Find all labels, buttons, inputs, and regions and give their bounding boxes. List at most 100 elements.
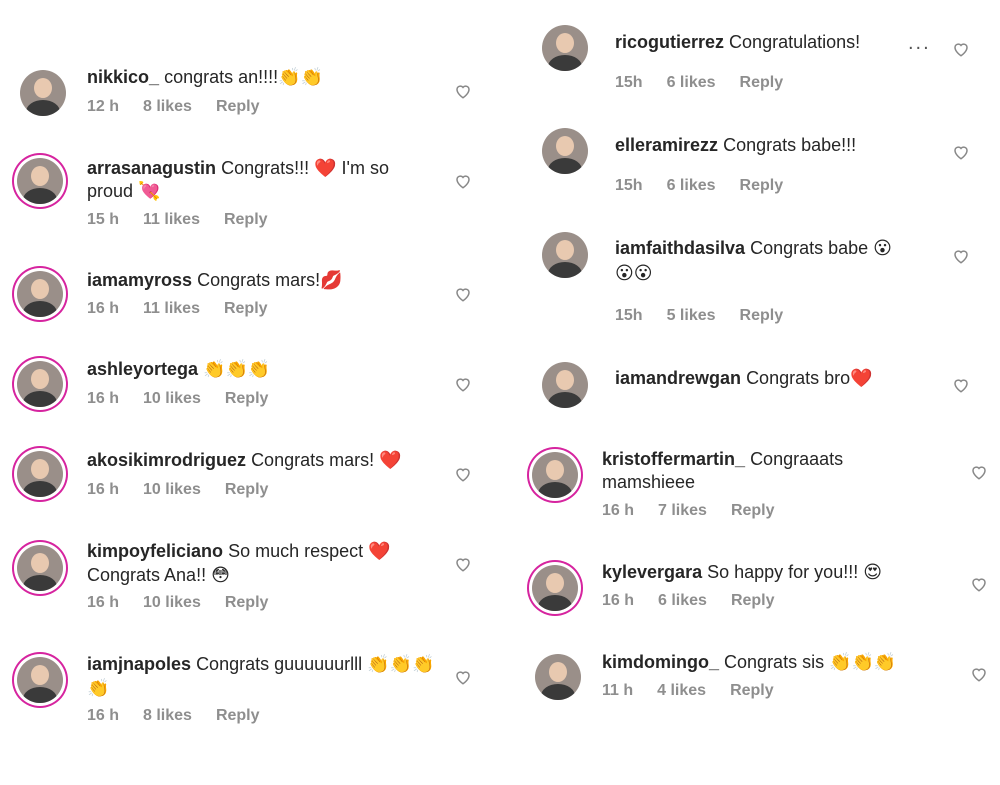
comment-time: 16 h bbox=[87, 481, 120, 498]
reply-button[interactable]: Reply bbox=[216, 98, 260, 115]
reply-button[interactable]: Reply bbox=[740, 307, 784, 324]
comment-likes[interactable]: 5 likes bbox=[667, 307, 716, 324]
comment-text-continued: Congrats Ana!! 😳 bbox=[87, 565, 230, 585]
heart-icon[interactable] bbox=[454, 375, 472, 393]
comment-text: Congrats guuuuuurlll 👏👏👏 bbox=[196, 654, 435, 674]
comment-username[interactable]: arrasanagustin bbox=[87, 158, 216, 178]
comment-time: 16 h bbox=[87, 390, 120, 407]
heart-icon[interactable] bbox=[952, 40, 970, 58]
comment-text: Congrats sis 👏👏👏 bbox=[724, 652, 897, 672]
reply-button[interactable]: Reply bbox=[225, 390, 269, 407]
comment-username[interactable]: iamandrewgan bbox=[615, 368, 741, 388]
comment-username[interactable]: akosikimrodriguez bbox=[87, 450, 246, 470]
avatar[interactable] bbox=[17, 361, 63, 407]
comment-likes[interactable]: 11 likes bbox=[143, 300, 200, 317]
comment-text: 👏👏👏 bbox=[203, 359, 271, 379]
comment-username[interactable]: iamfaithdasilva bbox=[615, 238, 745, 258]
comment-username[interactable]: kristoffermartin_ bbox=[602, 449, 745, 469]
comment-time: 15 h bbox=[87, 211, 120, 228]
heart-icon[interactable] bbox=[952, 376, 970, 394]
avatar[interactable] bbox=[532, 565, 578, 611]
comment-time: 16 h bbox=[87, 594, 120, 611]
comment-text: Congratulations! bbox=[729, 32, 861, 52]
heart-icon[interactable] bbox=[454, 82, 472, 100]
comment-text-continued: proud 💘 bbox=[87, 181, 161, 201]
heart-icon[interactable] bbox=[454, 555, 472, 573]
reply-button[interactable]: Reply bbox=[225, 594, 269, 611]
comment-username[interactable]: iamjnapoles bbox=[87, 654, 191, 674]
comment-likes[interactable]: 10 likes bbox=[143, 481, 201, 498]
comment-text: Congrats babe!!! bbox=[723, 135, 857, 155]
comment-time: 15h bbox=[615, 307, 643, 324]
comment-likes[interactable]: 11 likes bbox=[143, 211, 200, 228]
comment-time: 16 h bbox=[602, 592, 635, 609]
comment-time: 15h bbox=[615, 177, 643, 194]
comment-likes[interactable]: 8 likes bbox=[143, 707, 192, 724]
more-options-icon[interactable]: ... bbox=[908, 32, 931, 55]
comment-text: Congrats bro❤️ bbox=[746, 368, 873, 388]
heart-icon[interactable] bbox=[454, 285, 472, 303]
heart-icon[interactable] bbox=[970, 463, 988, 481]
comment-text-continued: mamshieee bbox=[602, 472, 696, 492]
heart-icon[interactable] bbox=[454, 668, 472, 686]
comment-time: 12 h bbox=[87, 98, 120, 115]
comment-username[interactable]: kimpoyfeliciano bbox=[87, 541, 223, 561]
heart-icon[interactable] bbox=[952, 247, 970, 265]
heart-icon[interactable] bbox=[454, 465, 472, 483]
comment-likes[interactable]: 10 likes bbox=[143, 390, 201, 407]
comment-username[interactable]: kimdomingo_ bbox=[602, 652, 719, 672]
reply-button[interactable]: Reply bbox=[216, 707, 260, 724]
comment-time: 16 h bbox=[87, 707, 120, 724]
reply-button[interactable]: Reply bbox=[731, 502, 775, 519]
comment-text: So much respect ❤️ bbox=[228, 541, 391, 561]
avatar[interactable] bbox=[17, 545, 63, 591]
comment-username[interactable]: ricogutierrez bbox=[615, 32, 724, 52]
comment-text: Congrats babe 😮 bbox=[750, 238, 892, 258]
avatar[interactable] bbox=[535, 654, 581, 700]
comment-text-continued: 😮😮 bbox=[615, 263, 653, 283]
comment-text: Congrats!!! ❤️ I'm so bbox=[221, 158, 389, 178]
reply-button[interactable]: Reply bbox=[731, 592, 775, 609]
comment-text: congrats an!!!!👏👏 bbox=[164, 67, 323, 87]
comment-username[interactable]: nikkico_ bbox=[87, 67, 159, 87]
comment-likes[interactable]: 7 likes bbox=[658, 502, 707, 519]
comment-username[interactable]: kylevergara bbox=[602, 562, 702, 582]
comment-likes[interactable]: 4 likes bbox=[657, 682, 706, 699]
comment-username[interactable]: iamamyross bbox=[87, 270, 192, 290]
comment-username[interactable]: elleramirezz bbox=[615, 135, 718, 155]
reply-button[interactable]: Reply bbox=[740, 177, 784, 194]
avatar[interactable] bbox=[532, 452, 578, 498]
comment-likes[interactable]: 10 likes bbox=[143, 594, 201, 611]
avatar[interactable] bbox=[17, 158, 63, 204]
comment-likes[interactable]: 6 likes bbox=[667, 177, 716, 194]
comment-text-continued: 👏 bbox=[87, 678, 110, 698]
avatar[interactable] bbox=[542, 128, 588, 174]
comment-likes[interactable]: 6 likes bbox=[667, 74, 716, 91]
reply-button[interactable]: Reply bbox=[224, 211, 268, 228]
comment-time: 16 h bbox=[602, 502, 635, 519]
heart-icon[interactable] bbox=[970, 575, 988, 593]
comment-likes[interactable]: 6 likes bbox=[658, 592, 707, 609]
comment-username[interactable]: ashleyortega bbox=[87, 359, 198, 379]
avatar[interactable] bbox=[542, 232, 588, 278]
reply-button[interactable]: Reply bbox=[225, 481, 269, 498]
avatar[interactable] bbox=[17, 657, 63, 703]
comment-time: 11 h bbox=[602, 682, 634, 699]
comment-time: 16 h bbox=[87, 300, 120, 317]
avatar[interactable] bbox=[20, 70, 66, 116]
avatar[interactable] bbox=[542, 362, 588, 408]
heart-icon[interactable] bbox=[970, 665, 988, 683]
reply-button[interactable]: Reply bbox=[224, 300, 268, 317]
comment-text: Congrats mars! ❤️ bbox=[251, 450, 402, 470]
avatar[interactable] bbox=[17, 451, 63, 497]
comment-text: Congraaats bbox=[750, 449, 844, 469]
heart-icon[interactable] bbox=[454, 172, 472, 190]
heart-icon[interactable] bbox=[952, 143, 970, 161]
reply-button[interactable]: Reply bbox=[740, 74, 784, 91]
avatar[interactable] bbox=[17, 271, 63, 317]
avatar[interactable] bbox=[542, 25, 588, 71]
comment-text: So happy for you!!! 😍 bbox=[707, 562, 882, 582]
reply-button[interactable]: Reply bbox=[730, 682, 774, 699]
comment-time: 15h bbox=[615, 74, 643, 91]
comment-likes[interactable]: 8 likes bbox=[143, 98, 192, 115]
